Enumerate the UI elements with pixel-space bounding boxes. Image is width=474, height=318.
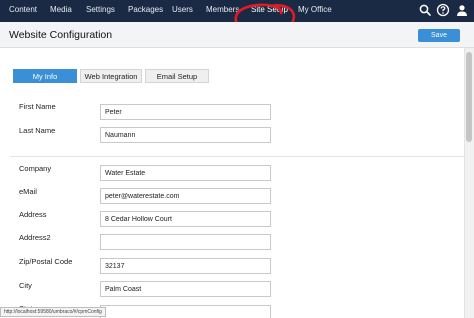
tab-email-setup[interactable]: Email Setup — [145, 69, 209, 83]
search-icon[interactable] — [418, 3, 432, 17]
last-name-label: Last Name — [19, 126, 56, 135]
nav-item-content[interactable]: Content — [9, 5, 37, 14]
nav-item-media[interactable]: Media — [50, 5, 72, 14]
page-title: Website Configuration — [9, 29, 113, 41]
user-icon[interactable] — [455, 3, 469, 17]
top-navigation: Content Media Settings Packages Users Me… — [0, 0, 474, 22]
nav-item-settings[interactable]: Settings — [86, 5, 115, 14]
first-name-field[interactable] — [100, 104, 271, 120]
zip-field[interactable] — [100, 258, 271, 274]
tab-my-info[interactable]: My Info — [13, 69, 77, 83]
company-field[interactable] — [100, 165, 271, 181]
company-label: Company — [19, 164, 52, 173]
nav-item-site-setup[interactable]: Site Setup — [251, 5, 288, 14]
last-name-field[interactable] — [100, 127, 271, 143]
address2-field[interactable] — [100, 234, 271, 250]
scrollbar-thumb[interactable] — [466, 52, 472, 142]
nav-item-users[interactable]: Users — [172, 5, 193, 14]
address-label: Address — [19, 210, 47, 219]
page-header: Website Configuration — [0, 22, 474, 48]
email-label: eMail — [19, 187, 37, 196]
save-button[interactable]: Save — [418, 29, 460, 42]
city-field[interactable] — [100, 281, 271, 297]
zip-label: Zip/Postal Code — [19, 257, 73, 266]
city-label: City — [19, 281, 32, 290]
tab-web-integration[interactable]: Web Integration — [80, 69, 142, 83]
nav-item-my-office[interactable]: My Office — [298, 5, 332, 14]
nav-item-packages[interactable]: Packages — [128, 5, 163, 14]
help-icon[interactable] — [436, 3, 450, 17]
address2-label: Address2 — [19, 233, 51, 242]
first-name-label: First Name — [19, 102, 56, 111]
state-field[interactable] — [100, 305, 271, 318]
browser-status-url: http://localhost:59580/umbraco/#/cpmConf… — [0, 307, 106, 317]
section-divider — [10, 156, 464, 157]
email-field[interactable] — [100, 188, 271, 204]
nav-item-members[interactable]: Members — [206, 5, 239, 14]
address-field[interactable] — [100, 211, 271, 227]
